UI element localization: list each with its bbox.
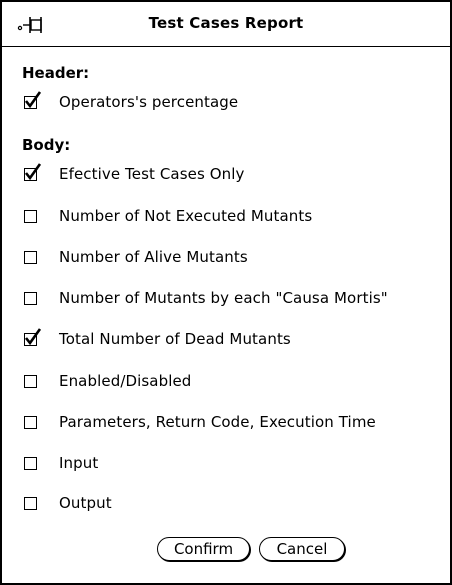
- checkbox-input[interactable]: Input: [24, 452, 98, 474]
- checkbox-label: Enabled/Disabled: [59, 372, 192, 390]
- checkbox[interactable]: [24, 250, 37, 264]
- checkbox-label: Number of Not Executed Mutants: [59, 207, 313, 225]
- checkbox-label: Total Number of Dead Mutants: [59, 330, 291, 348]
- checkbox[interactable]: [24, 496, 37, 510]
- cancel-button[interactable]: Cancel: [259, 537, 345, 561]
- checkbox[interactable]: [24, 327, 42, 346]
- checkbox-causa-mortis[interactable]: Number of Mutants by each "Causa Mortis": [24, 287, 388, 309]
- checkbox[interactable]: [24, 415, 37, 429]
- checkbox-operators-percentage[interactable]: Operators's percentage: [24, 90, 239, 113]
- test-cases-report-window: Test Cases Report Header: Operators's pe…: [0, 0, 452, 585]
- checkbox-label: Number of Alive Mutants: [59, 248, 248, 266]
- checkbox-label: Parameters, Return Code, Execution Time: [59, 413, 376, 431]
- window-title: Test Cases Report: [148, 14, 304, 32]
- checkbox-label: Output: [59, 494, 112, 512]
- checkbox-efective-test-cases[interactable]: Efective Test Cases Only: [24, 162, 245, 185]
- checkbox-alive-mutants[interactable]: Number of Alive Mutants: [24, 246, 248, 268]
- checkbox[interactable]: [24, 456, 37, 470]
- checkbox[interactable]: [24, 90, 42, 109]
- checkbox[interactable]: [24, 162, 42, 181]
- checkbox-label: Number of Mutants by each "Causa Mortis": [59, 289, 388, 307]
- title-bar: Test Cases Report: [2, 2, 450, 47]
- checkbox-label: Input: [59, 454, 99, 472]
- checkbox-total-dead-mutants[interactable]: Total Number of Dead Mutants: [24, 327, 291, 350]
- body-section-label: Body:: [22, 136, 71, 154]
- checkbox-enabled-disabled[interactable]: Enabled/Disabled: [24, 370, 191, 392]
- checkbox-parameters-return-code[interactable]: Parameters, Return Code, Execution Time: [24, 411, 376, 433]
- checkbox[interactable]: [24, 291, 37, 305]
- checkbox-label: Efective Test Cases Only: [59, 165, 245, 183]
- checkbox[interactable]: [24, 209, 37, 223]
- checkbox-not-executed-mutants[interactable]: Number of Not Executed Mutants: [24, 205, 312, 227]
- confirm-button[interactable]: Confirm: [157, 537, 250, 561]
- header-section-label: Header:: [22, 64, 90, 82]
- checkbox-output[interactable]: Output: [24, 492, 112, 514]
- checkbox-label: Operators's percentage: [59, 93, 239, 111]
- checkbox[interactable]: [24, 374, 37, 388]
